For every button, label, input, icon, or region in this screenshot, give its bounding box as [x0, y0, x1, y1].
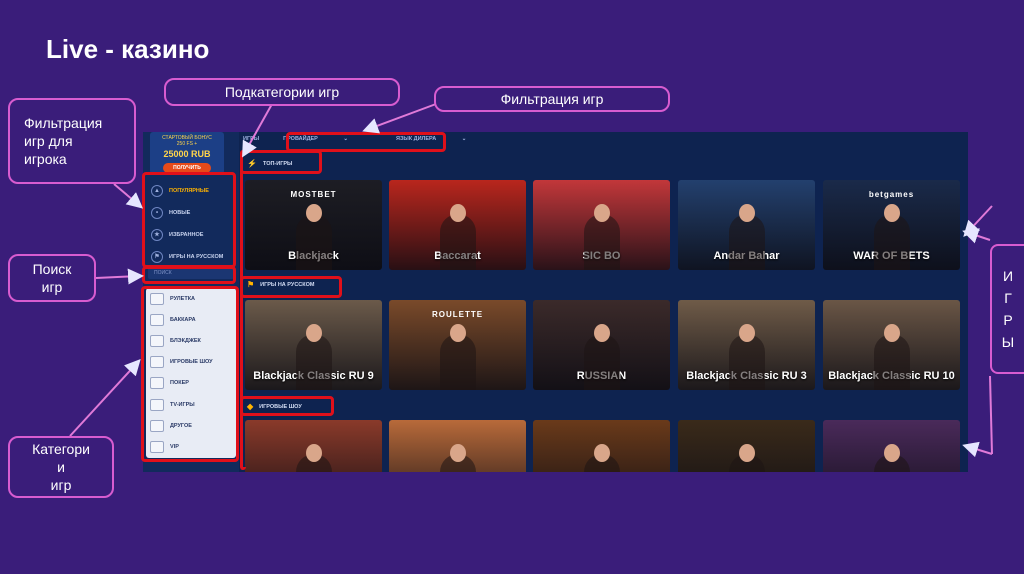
game-tile[interactable]: MOSTBETBlackjack [245, 180, 382, 270]
dealer-head [449, 324, 466, 342]
callout-letter: Г [1004, 290, 1012, 306]
dealer-head [738, 324, 755, 342]
dealer-head [883, 204, 900, 222]
callout-line: игр [50, 477, 72, 493]
callout-search: Поиск игр [8, 254, 96, 302]
callout-line: Фильтрация [24, 115, 103, 131]
callout-line: Поиск [32, 261, 72, 277]
callout-filter-games: Фильтрация игр [434, 86, 670, 112]
highlight-russian-games [240, 276, 342, 298]
callout-line: игр для [24, 133, 73, 149]
callout-line: Категори [32, 441, 90, 457]
callout-letter: Р [1003, 312, 1013, 328]
dealer-figure [873, 334, 910, 390]
callout-line: игр [41, 279, 63, 295]
game-tile[interactable]: Blackjack Classic RU 10 [823, 300, 960, 390]
highlight-player-filters [142, 172, 236, 268]
callout-subcategories: Подкатегории игр [164, 78, 400, 106]
game-tile[interactable] [245, 420, 382, 472]
callout-line: и [57, 459, 65, 475]
game-tile[interactable]: Blackjack Classic RU 3 [678, 300, 815, 390]
highlight-categories [141, 286, 239, 462]
game-tile[interactable]: betgamesWAR OF BETS [823, 180, 960, 270]
game-tile[interactable]: Blackjack Classic RU 9 [245, 300, 382, 390]
callout-games: И Г Р Ы [990, 244, 1024, 374]
highlight-top-games [240, 150, 322, 174]
bonus-amount: 25000 RUB [163, 149, 211, 159]
dealer-head [593, 444, 610, 462]
game-tile[interactable]: RUSSIAN [533, 300, 670, 390]
callout-filter-player: Фильтрация игр для игрока [8, 98, 136, 184]
dealer-figure [728, 334, 765, 390]
game-tile[interactable]: Andar Bahar [678, 180, 815, 270]
game-tile[interactable]: ROULETTE [389, 300, 526, 390]
highlight-left-rail [240, 150, 246, 470]
dealer-head [449, 204, 466, 222]
casino-screenshot: СТАРТОВЫЙ БОНУС 250 FS + 25000 RUB ПОЛУЧ… [143, 132, 968, 472]
dealer-head [305, 324, 322, 342]
bonus-line-2: 250 FS + [176, 141, 198, 147]
game-brand: betgames [868, 190, 915, 199]
callout-categories: Категори и игр [8, 436, 114, 498]
dealer-figure [295, 334, 332, 390]
chevron-down-icon: ⌄ [461, 136, 467, 142]
callout-letter: И [1002, 268, 1014, 284]
dealer-head [449, 444, 466, 462]
game-brand: MOSTBET [290, 190, 337, 199]
callout-text: Подкатегории игр [224, 84, 340, 100]
game-tile[interactable]: Baccarat [389, 180, 526, 270]
dealer-head [883, 324, 900, 342]
dealer-head [593, 324, 610, 342]
dealer-head [305, 444, 322, 462]
dealer-figure [583, 214, 620, 270]
highlight-game-filters [286, 132, 446, 152]
dealer-head [738, 204, 755, 222]
dealer-head [738, 444, 755, 462]
game-tile[interactable]: CRAZY [533, 420, 670, 472]
callout-letter: Ы [1001, 334, 1015, 350]
dealer-head [593, 204, 610, 222]
callout-line: игрока [24, 151, 67, 167]
games-tab[interactable]: ИГРЫ [243, 136, 259, 142]
dealer-head [883, 444, 900, 462]
game-tile[interactable]: SIC BO [533, 180, 670, 270]
dealer-figure [439, 334, 476, 390]
highlight-game-shows [240, 396, 334, 416]
highlight-search [142, 266, 236, 284]
dealer-figure [728, 214, 765, 270]
slide-title: Live - казино [46, 34, 210, 64]
dealer-figure [295, 214, 332, 270]
dealer-figure [439, 214, 476, 270]
game-tile[interactable] [389, 420, 526, 472]
dealer-figure [873, 214, 910, 270]
dealer-figure [583, 334, 620, 390]
game-tile[interactable] [823, 420, 960, 472]
game-brand: ROULETTE [431, 310, 484, 319]
dealer-head [305, 204, 322, 222]
callout-text: Фильтрация игр [500, 91, 604, 107]
game-tile[interactable] [678, 420, 815, 472]
